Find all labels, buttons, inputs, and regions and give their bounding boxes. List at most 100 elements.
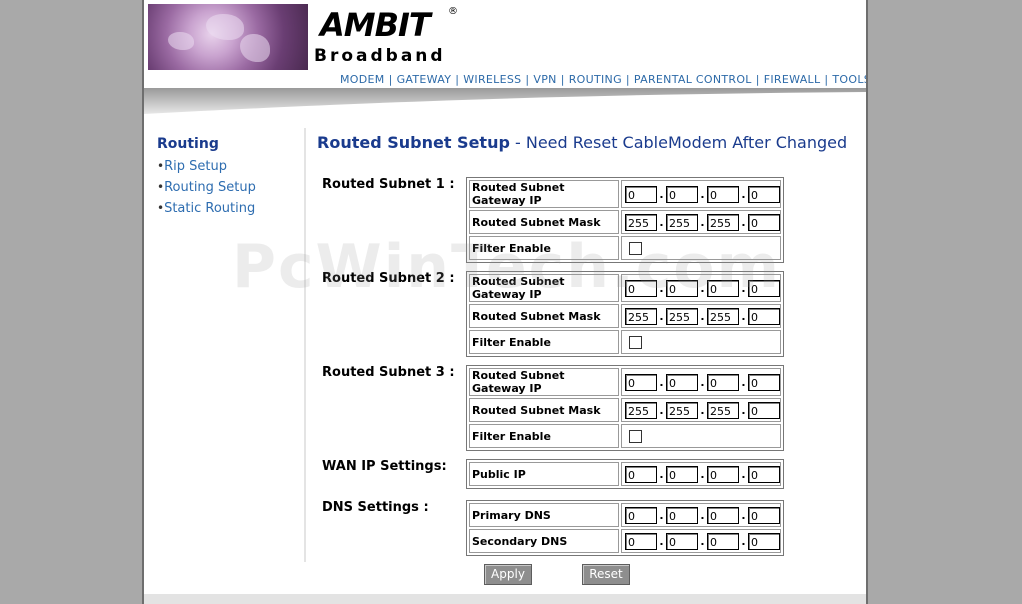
secondary-dns-field: 0.0.0.0 bbox=[621, 529, 781, 553]
registered-mark: ® bbox=[448, 6, 458, 17]
ip-octet-input[interactable]: 0 bbox=[748, 185, 780, 203]
sidebar-item-static-routing[interactable]: •Static Routing bbox=[157, 198, 256, 219]
vertical-divider bbox=[304, 128, 306, 562]
ip-octet-input[interactable]: 0 bbox=[707, 532, 739, 550]
subnet-1-filter-checkbox[interactable] bbox=[629, 241, 642, 255]
subnet-3-filter-checkbox[interactable] bbox=[629, 429, 642, 443]
ambit-logo: AMBIT bbox=[320, 6, 431, 44]
top-navigation: MODEM | GATEWAY | WIRELESS | VPN | ROUTING | PAREN… bbox=[340, 73, 866, 86]
ip-octet-input[interactable]: 255 bbox=[707, 307, 739, 325]
nav-separator: | bbox=[525, 73, 530, 86]
ip-octet-input[interactable]: 0 bbox=[748, 532, 780, 550]
ip-octet-input[interactable]: 0 bbox=[748, 506, 780, 524]
reset-button[interactable]: Reset bbox=[582, 564, 630, 585]
subnet-3-table: Routed Subnet Gateway IP 0.0.0.0 Routed … bbox=[466, 365, 784, 451]
gateway-ip-label: Routed Subnet Gateway IP bbox=[469, 180, 619, 208]
subnet-1-label: Routed Subnet 1 : bbox=[322, 177, 455, 192]
dns-settings-label: DNS Settings : bbox=[322, 500, 429, 515]
nav-separator: | bbox=[388, 73, 393, 86]
page-title-suffix: - Need Reset CableModem After Changed bbox=[509, 133, 848, 152]
filter-enable-cell bbox=[621, 330, 781, 354]
ip-octet-input[interactable]: 0 bbox=[666, 465, 698, 483]
ip-octet-input[interactable]: 0 bbox=[748, 279, 780, 297]
ip-octet-input[interactable]: 0 bbox=[748, 465, 780, 483]
filter-enable-cell bbox=[621, 236, 781, 260]
ip-octet-input[interactable]: 255 bbox=[625, 213, 657, 231]
ip-octet-input[interactable]: 0 bbox=[625, 279, 657, 297]
subnet-mask-label: Routed Subnet Mask bbox=[469, 398, 619, 422]
ip-octet-input[interactable]: 255 bbox=[707, 213, 739, 231]
ip-octet-input[interactable]: 255 bbox=[707, 401, 739, 419]
ip-octet-input[interactable]: 0 bbox=[748, 213, 780, 231]
filter-enable-label: Filter Enable bbox=[469, 330, 619, 354]
subnet-3-label: Routed Subnet 3 : bbox=[322, 365, 455, 380]
ip-octet-input[interactable]: 0 bbox=[666, 279, 698, 297]
sidebar-item-routing-setup[interactable]: •Routing Setup bbox=[157, 177, 256, 198]
subnet-1-mask: 255. 255. 255. 0 bbox=[621, 210, 781, 234]
wan-ip-settings-label: WAN IP Settings: bbox=[322, 459, 447, 474]
filter-enable-label: Filter Enable bbox=[469, 236, 619, 260]
page-title-main: Routed Subnet Setup bbox=[317, 133, 510, 152]
ip-octet-input[interactable]: 255 bbox=[666, 213, 698, 231]
ip-octet-input[interactable]: 0 bbox=[666, 185, 698, 203]
ip-octet-input[interactable]: 0 bbox=[707, 506, 739, 524]
nav-gateway[interactable]: GATEWAY bbox=[397, 73, 452, 86]
ip-octet-input[interactable]: 0 bbox=[625, 506, 657, 524]
nav-separator: | bbox=[755, 73, 760, 86]
filter-enable-label: Filter Enable bbox=[469, 424, 619, 448]
dns-table: Primary DNS 0.0.0.0 Secondary DNS 0.0.0.… bbox=[466, 500, 784, 556]
gateway-ip-label: Routed Subnet Gateway IP bbox=[469, 368, 619, 396]
subnet-2-mask: 255. 255. 255. 0 bbox=[621, 304, 781, 328]
subnet-2-filter-checkbox[interactable] bbox=[629, 335, 642, 349]
bottom-strip bbox=[144, 594, 866, 604]
ip-octet-input[interactable]: 0 bbox=[666, 532, 698, 550]
subnet-3-gateway-ip: 0.0.0.0 bbox=[621, 368, 781, 396]
nav-vpn[interactable]: VPN bbox=[533, 73, 556, 86]
ip-octet-input[interactable]: 0 bbox=[748, 401, 780, 419]
subnet-mask-label: Routed Subnet Mask bbox=[469, 304, 619, 328]
subnet-1-gateway-ip: 0.0.0.0 bbox=[621, 180, 781, 208]
ip-octet-input[interactable]: 0 bbox=[707, 465, 739, 483]
ip-octet-input[interactable]: 0 bbox=[707, 373, 739, 391]
ip-octet-input[interactable]: 0 bbox=[625, 465, 657, 483]
public-ip-field: 0.0.0.0 bbox=[621, 462, 781, 486]
nav-firewall[interactable]: FIREWALL bbox=[764, 73, 821, 86]
public-ip-label: Public IP bbox=[469, 462, 619, 486]
right-frame-margin bbox=[866, 0, 1022, 604]
gateway-ip-label: Routed Subnet Gateway IP bbox=[469, 274, 619, 302]
subnet-3-mask: 255. 255. 255. 0 bbox=[621, 398, 781, 422]
routing-sidebar: Routing •Rip Setup •Routing Setup •Stati… bbox=[157, 136, 256, 219]
ip-octet-input[interactable]: 255 bbox=[625, 401, 657, 419]
filter-enable-cell bbox=[621, 424, 781, 448]
broadband-logo-text: Broadband bbox=[314, 46, 446, 66]
subnet-2-label: Routed Subnet 2 : bbox=[322, 271, 455, 286]
secondary-dns-label: Secondary DNS bbox=[469, 529, 619, 553]
ip-octet-input[interactable]: 0 bbox=[748, 373, 780, 391]
ip-octet-input[interactable]: 0 bbox=[748, 307, 780, 325]
sidebar-item-rip-setup[interactable]: •Rip Setup bbox=[157, 156, 256, 177]
sidebar-title: Routing bbox=[157, 136, 219, 152]
subnet-1-table: Routed Subnet Gateway IP 0.0.0.0 Routed … bbox=[466, 177, 784, 263]
ip-octet-input[interactable]: 0 bbox=[625, 373, 657, 391]
ip-octet-input[interactable]: 0 bbox=[666, 373, 698, 391]
ip-octet-input[interactable]: 255 bbox=[666, 401, 698, 419]
ip-octet-input[interactable]: 0 bbox=[625, 532, 657, 550]
nav-separator: | bbox=[455, 73, 460, 86]
ip-octet-input[interactable]: 0 bbox=[666, 506, 698, 524]
page-title: Routed Subnet Setup - Need Reset CableMo… bbox=[317, 133, 847, 152]
nav-parental-control[interactable]: PARENTAL CONTROL bbox=[634, 73, 752, 86]
subnet-2-table: Routed Subnet Gateway IP 0.0.0.0 Routed … bbox=[466, 271, 784, 357]
nav-routing[interactable]: ROUTING bbox=[569, 73, 622, 86]
ip-octet-input[interactable]: 0 bbox=[707, 279, 739, 297]
nav-separator: | bbox=[560, 73, 565, 86]
primary-dns-label: Primary DNS bbox=[469, 503, 619, 527]
apply-button[interactable]: Apply bbox=[484, 564, 532, 585]
ip-octet-input[interactable]: 255 bbox=[625, 307, 657, 325]
nav-modem[interactable]: MODEM bbox=[340, 73, 385, 86]
nav-wireless[interactable]: WIRELESS bbox=[463, 73, 521, 86]
subnet-2-gateway-ip: 0.0.0.0 bbox=[621, 274, 781, 302]
ip-octet-input[interactable]: 0 bbox=[625, 185, 657, 203]
ip-octet-input[interactable]: 0 bbox=[707, 185, 739, 203]
nav-tools[interactable]: TOOLS bbox=[832, 73, 866, 86]
ip-octet-input[interactable]: 255 bbox=[666, 307, 698, 325]
